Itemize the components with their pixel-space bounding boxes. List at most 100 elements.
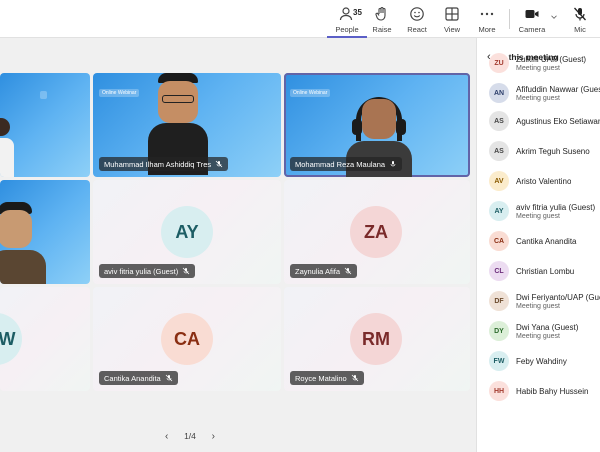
toolbar-divider: [509, 9, 510, 29]
participant-name-tag: Mohammad Reza Maulana: [290, 157, 403, 171]
participant-name: Dwi Feriyanto/UAP (Guest): [516, 292, 600, 302]
participant-name: Aristo Valentino: [516, 176, 572, 186]
participant-avatar: AY: [161, 206, 213, 258]
react-label: React: [407, 25, 427, 34]
participant-row[interactable]: AY aviv fitria yulia (Guest) Meeting guest: [477, 196, 600, 226]
participant-row[interactable]: DF Dwi Feriyanto/UAP (Guest)Meeting guest: [477, 286, 600, 316]
people-count: 35: [353, 8, 362, 17]
participant-row[interactable]: FW Feby Wahdiny: [477, 346, 600, 376]
participant-name: Agustinus Eko Setiawan: [516, 116, 600, 126]
screen-banner: Online Webinar: [290, 89, 331, 97]
video-tile[interactable]: [0, 73, 90, 177]
screen-banner: [40, 91, 48, 99]
participant-avatar: CA: [161, 313, 213, 365]
participant-name-tag: Muhammad Ilham Ashiddiq Tres: [99, 157, 229, 171]
participant-info: Aristo Valentino: [516, 177, 571, 186]
people-button[interactable]: 35 People: [327, 0, 367, 38]
screen-banner: Online Webinar: [99, 89, 140, 97]
participant-avatar: ZA: [350, 206, 402, 258]
people-label: People: [335, 25, 359, 34]
participant-info: Dwi Yana (Guest) Meeting guest: [516, 323, 578, 340]
participant-info: aviv fitria yulia (Guest) Meeting guest: [516, 203, 595, 220]
participant-name: Akrim Teguh Suseno: [516, 146, 590, 156]
participant-row[interactable]: AN Afifuddin Nawwar (Guest) Meeting guest: [477, 78, 600, 108]
participant-info: Cantika Anandita: [516, 237, 577, 246]
participant-name: Zaynulia Afifa: [295, 266, 341, 276]
participant-row[interactable]: CA Cantika Anandita: [477, 226, 600, 256]
participant-info: Afifuddin Nawwar (Guest) Meeting guest: [516, 85, 600, 102]
hand-icon: [375, 6, 386, 21]
participant-name: Zulkifli UAP (Guest): [516, 54, 587, 64]
participant-name: Muhammad Ilham Ashiddiq Tres: [104, 159, 212, 169]
participant-row[interactable]: AV Aristo Valentino: [477, 166, 600, 196]
participant-role: Meeting guest: [516, 94, 560, 102]
participant-row[interactable]: AS Akrim Teguh Suseno: [477, 136, 600, 166]
avatar-tile[interactable]: ZA Zaynulia Afifa: [284, 180, 470, 284]
camera-icon: [525, 10, 539, 18]
avatar-tile[interactable]: AY aviv fitria yulia (Guest): [93, 180, 281, 284]
mic-off-icon: [351, 374, 358, 382]
chevron-left-icon[interactable]: ‹: [165, 431, 168, 442]
participant-name: aviv fitria yulia (Guest): [104, 266, 179, 276]
participant-video: [0, 200, 50, 284]
participant-info: Christian Lombu: [516, 267, 574, 276]
participant-row[interactable]: HH Habib Bahy Hussein: [477, 376, 600, 406]
view-button[interactable]: View: [432, 0, 472, 38]
participant-role: Meeting guest: [516, 64, 560, 72]
mic-label: Mic: [574, 25, 586, 34]
participant-info: Feby Wahdiny: [516, 357, 567, 366]
page-indicator: 1/4: [184, 431, 196, 441]
grid-icon: [445, 7, 459, 21]
participant-name: aviv fitria yulia (Guest): [516, 202, 596, 212]
video-stage: Online Webinar Muhammad Ilham Ashiddiq T…: [0, 38, 476, 452]
participant-video: [0, 118, 14, 177]
participant-name: Cantika Anandita: [516, 236, 577, 246]
raise-hand-button[interactable]: Raise: [362, 0, 402, 38]
raise-label: Raise: [372, 25, 392, 34]
avatar-tile[interactable]: CA Cantika Anandita: [93, 287, 281, 391]
participant-name: Christian Lombu: [516, 266, 575, 276]
participant-info: Dwi Feriyanto/UAP (Guest)Meeting guest: [516, 293, 600, 310]
participant-name-tag: Cantika Anandita: [99, 371, 178, 385]
participant-avatar: ZU: [489, 53, 509, 73]
participant-role: Meeting guest: [516, 332, 560, 340]
participant-avatar: CL: [489, 261, 509, 281]
participant-info: Akrim Teguh Suseno: [516, 147, 590, 156]
participant-name: Afifuddin Nawwar (Guest): [516, 84, 600, 94]
participant-info: Habib Bahy Hussein: [516, 387, 588, 396]
participant-name-tag: Zaynulia Afifa: [290, 264, 358, 278]
video-tile[interactable]: [0, 180, 90, 284]
participant-avatar: FW: [489, 351, 509, 371]
mic-off-icon: [182, 267, 190, 275]
avatar-tile[interactable]: W: [0, 287, 90, 391]
participant-name-tag: Royce Matalino: [290, 371, 364, 385]
participant-info: Zulkifli UAP (Guest) Meeting guest: [516, 55, 586, 72]
participant-role: Meeting guest: [516, 302, 560, 310]
participant-name-tag: aviv fitria yulia (Guest): [99, 264, 196, 278]
avatar-initials: CA: [174, 328, 200, 349]
chevron-right-icon[interactable]: ›: [212, 431, 215, 442]
gallery-pager: ‹ 1/4 ›: [165, 429, 215, 443]
participant-info: Agustinus Eko Setiawan: [516, 117, 600, 126]
camera-label: Camera: [518, 25, 546, 34]
participant-avatar: AS: [489, 141, 509, 161]
participant-avatar: RM: [350, 313, 402, 365]
participant-row[interactable]: CL Christian Lombu: [477, 256, 600, 286]
react-button[interactable]: React: [397, 0, 437, 38]
mic-off-icon: [574, 7, 586, 21]
participants-panel: ‹ In this meeting ZU Zulkifli UAP (Guest)…: [476, 38, 600, 452]
participant-avatar: AS: [489, 111, 509, 131]
smile-icon: [410, 7, 424, 21]
video-tile-active-speaker[interactable]: Online Webinar Mohammad Reza Maulana: [284, 73, 470, 177]
participant-name: Dwi Yana (Guest): [516, 322, 579, 332]
participant-name: Habib Bahy Hussein: [516, 386, 589, 396]
mic-off-icon: [165, 374, 173, 382]
video-tile[interactable]: Online Webinar Muhammad Ilham Ashiddiq T…: [93, 73, 281, 177]
participant-row[interactable]: AS Agustinus Eko Setiawan: [477, 106, 600, 136]
mic-off-icon: [344, 267, 352, 275]
participant-row[interactable]: ZU Zulkifli UAP (Guest) Meeting guest: [477, 48, 600, 78]
avatar-tile[interactable]: RM Royce Matalino: [284, 287, 470, 391]
mic-button[interactable]: Mic: [560, 0, 600, 38]
participant-row[interactable]: DY Dwi Yana (Guest) Meeting guest: [477, 316, 600, 346]
more-button[interactable]: More: [467, 0, 507, 38]
